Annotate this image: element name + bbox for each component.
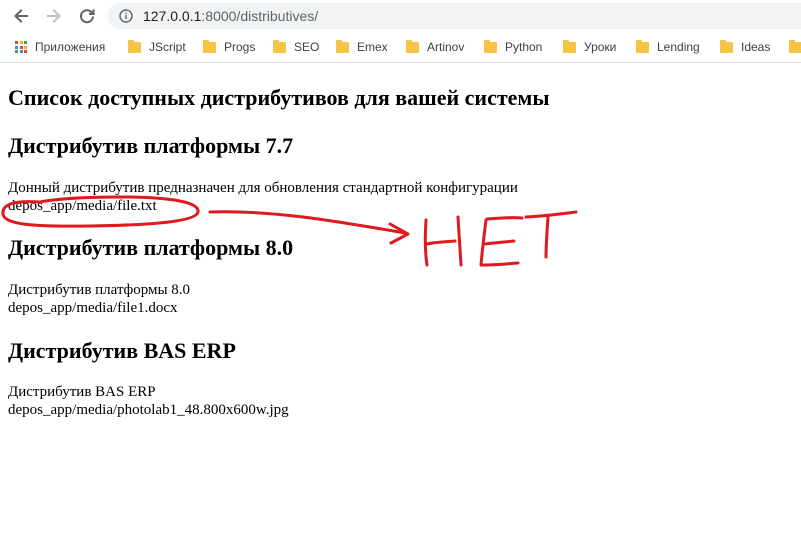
folder-icon [720, 40, 733, 53]
distributive-file: depos_app/media/file1.docx [8, 300, 178, 316]
apps-grid-icon [15, 41, 27, 53]
browser-toolbar: 127.0.0.1:8000/distributives/ [0, 0, 801, 32]
bookmark-jscript[interactable]: JScript [128, 39, 186, 55]
bookmark-python[interactable]: Python [484, 39, 542, 55]
bookmark-label: Уроки [584, 40, 617, 54]
folder-icon [128, 40, 141, 53]
distributive-file: depos_app/media/file.txt [8, 198, 157, 214]
bookmark-label: Progs [224, 40, 256, 54]
url-host: 127.0.0.1 [143, 8, 202, 24]
page-content: Список доступных дистрибутивов для вашей… [0, 63, 801, 553]
bookmark-seo[interactable]: SEO [273, 39, 319, 55]
distributive-heading: Дистрибутив платформы 7.7 [8, 133, 294, 158]
bookmark-label: Artinov [427, 40, 465, 54]
distributive-description: Донный дистрибутив предназначен для обно… [8, 180, 518, 196]
folder-icon [336, 40, 349, 53]
bookmark-artinov[interactable]: Artinov [406, 39, 464, 55]
address-bar[interactable]: 127.0.0.1:8000/distributives/ [108, 3, 801, 29]
bookmark-label: Python [505, 40, 543, 54]
reload-button[interactable] [75, 4, 99, 28]
folder-icon [273, 40, 286, 53]
bookmark-overflow[interactable] [789, 39, 801, 55]
bookmark-label: SEO [294, 40, 320, 54]
folder-icon [636, 40, 649, 53]
bookmark-uroki[interactable]: Уроки [563, 39, 616, 55]
bookmark-progs[interactable]: Progs [203, 39, 255, 55]
bookmark-ideas[interactable]: Ideas [720, 39, 770, 55]
url-text[interactable]: 127.0.0.1:8000/distributives/ [143, 8, 318, 24]
bookmark-label: Ideas [741, 40, 771, 54]
distributive-heading: Дистрибутив платформы 8.0 [8, 235, 294, 260]
bookmark-label: JScript [149, 40, 186, 54]
bookmark-label: Emex [357, 40, 388, 54]
folder-icon [563, 40, 576, 53]
bookmark-label: Lending [657, 40, 700, 54]
bookmarks-bar: Приложения JScript Progs SEO Emex Artino… [0, 32, 801, 62]
url-path: :8000/distributives/ [201, 8, 319, 24]
folder-icon [203, 40, 216, 53]
back-button[interactable] [9, 4, 33, 28]
forward-button[interactable] [42, 4, 66, 28]
bookmark-lending[interactable]: Lending [636, 39, 700, 55]
distributive-description: Дистрибутив BAS ERP [8, 384, 156, 400]
folder-icon [406, 40, 419, 53]
distributive-heading: Дистрибутив BAS ERP [8, 338, 236, 363]
folder-icon [484, 40, 497, 53]
bookmark-apps[interactable]: Приложения [15, 39, 105, 55]
reload-icon [80, 9, 95, 24]
folder-icon [789, 40, 801, 53]
bookmark-emex[interactable]: Emex [336, 39, 388, 55]
site-info-icon[interactable] [119, 9, 133, 23]
back-arrow-icon [14, 9, 28, 23]
forward-arrow-icon [47, 9, 61, 23]
distributive-file: depos_app/media/photolab1_48.800x600w.jp… [8, 402, 289, 418]
page-title: Список доступных дистрибутивов для вашей… [8, 85, 550, 110]
distributive-description: Дистрибутив платформы 8.0 [8, 282, 191, 298]
bookmark-label: Приложения [35, 40, 106, 54]
